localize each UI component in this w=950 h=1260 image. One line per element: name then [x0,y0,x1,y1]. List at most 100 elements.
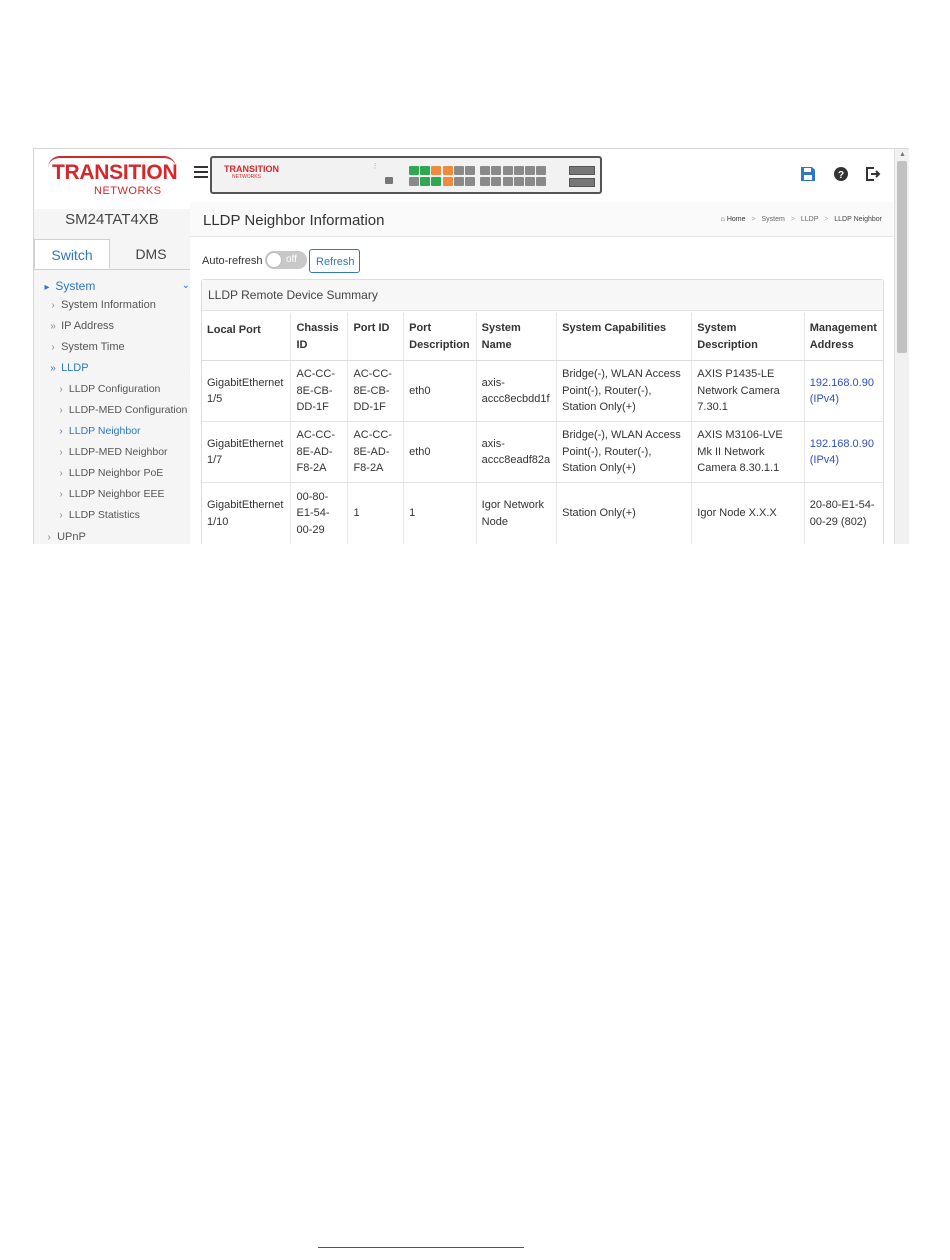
sidebar-item-label: System Time [61,341,125,353]
scroll-up-arrow-icon[interactable]: ▲ [899,151,906,158]
port-20[interactable] [513,177,524,186]
cell-management-address: 192.168.0.90 (IPv4) [804,421,883,483]
toggle-state: off [286,254,297,265]
port-16[interactable] [491,177,502,186]
port-22[interactable] [525,177,535,186]
cell-system-capabilities: Bridge(-), WLAN Access Point(-), Router(… [556,421,693,483]
cell-system-description: AXIS M3106-LVE Mk II Network Camera 8.30… [691,421,805,483]
auto-refresh-label: Auto-refresh [202,255,263,267]
device-front-panel[interactable]: TRANSITION NETWORKS ⋮ [210,156,602,194]
port-8[interactable] [442,177,453,186]
sidebar-item-lldp-med-neighbor[interactable]: › LLDP-MED Neighbor [34,442,212,462]
menu-icon[interactable] [194,166,208,178]
chevron-right-icon: › [59,405,63,416]
table-row: GigabitEthernet 1/5 AC-CC-8E-CB-DD-1F AC… [202,360,883,422]
port-4[interactable] [420,177,431,186]
footer-link-underline[interactable] [318,1247,524,1248]
port-15[interactable] [491,166,502,175]
port-2[interactable] [409,177,419,186]
save-icon[interactable] [800,166,816,182]
logo-text: TRANSITION [52,161,178,184]
logo-subtext: NETWORKS [94,185,162,197]
port-14[interactable] [480,177,491,186]
management-address-link[interactable]: 192.168.0.90 (IPv4) [810,377,874,406]
brand-logo[interactable]: TRANSITION NETWORKS [34,149,190,209]
sidebar-item-label: LLDP [61,362,89,374]
sidebar-item-lldp-statistics[interactable]: › LLDP Statistics [34,505,212,525]
port-7[interactable] [442,166,453,175]
neighbor-table: Local Port Chassis ID Port ID Port Descr… [202,313,883,544]
sidebar-item-label: IP Address [61,320,115,332]
sidebar-item-lldp-neighbor-poe[interactable]: › LLDP Neighbor PoE [34,463,212,483]
sidebar-item-label: LLDP Neighbor EEE [68,488,165,500]
port-5[interactable] [431,166,442,175]
breadcrumb-system[interactable]: System [762,216,785,223]
help-icon[interactable]: ? [833,166,849,182]
sidebar-item-label: System [55,279,96,293]
port-11[interactable] [465,166,475,175]
sidebar-item-label: System Information [61,299,156,311]
cell-local-port: GigabitEthernet 1/7 [202,421,292,483]
tab-dms[interactable]: DMS [112,239,190,269]
sidebar-item-label: LLDP-MED Neighbor [68,446,168,458]
port-9[interactable] [453,166,464,175]
panel-title-text: LLDP Remote Device Summary [208,288,378,302]
port-6[interactable] [431,177,442,186]
port-3[interactable] [420,166,431,175]
chevron-right-icon: › [59,384,63,395]
sidebar-item-upnp[interactable]: › UPnP [34,527,200,544]
sidebar-item-lldp[interactable]: » LLDP ⌄ [34,358,204,378]
cell-port-description: 1 [403,482,477,544]
column-header: Port ID [347,313,405,361]
breadcrumb-current: LLDP Neighbor [834,216,882,223]
logout-icon[interactable] [865,166,881,182]
port-18[interactable] [502,177,513,186]
port-12[interactable] [465,177,475,186]
breadcrumb-lldp[interactable]: LLDP [801,216,818,223]
port-19[interactable] [513,166,524,175]
sidebar-item-lldp-neighbor-eee[interactable]: › LLDP Neighbor EEE [34,484,212,504]
sidebar-item-system[interactable]: ▸ System ⌄ [34,276,198,296]
cell-chassis-id: 00-80-E1-54-00-29 [290,482,349,544]
toggle-knob [266,252,282,268]
cell-system-name: Igor Network Node [476,482,558,544]
sfp-port[interactable] [569,166,595,175]
cell-system-name: axis-accc8ecbdd1f [476,360,558,422]
sidebar-item-lldp-neighbor[interactable]: › LLDP Neighbor [34,421,212,441]
cell-port-id: AC-CC-8E-AD-F8-2A [347,421,405,483]
cell-port-id: AC-CC-8E-CB-DD-1F [347,360,405,422]
console-port[interactable] [385,177,393,184]
scrollbar-thumb[interactable] [897,161,907,353]
tab-switch[interactable]: Switch [34,239,110,269]
sfp-port[interactable] [569,178,595,187]
refresh-button[interactable]: Refresh [309,249,360,273]
scrollbar[interactable]: ▲ [894,149,909,544]
chevron-right-icon: › [59,447,63,458]
port-24[interactable] [536,177,547,186]
sidebar-item-ip-address[interactable]: » IP Address ‹ [34,316,204,336]
sidebar-item-lldp-med-configuration[interactable]: › LLDP-MED Configuration [34,400,212,420]
breadcrumb-home[interactable]: Home [727,216,746,223]
sidebar-item-label: LLDP Neighbor PoE [68,467,164,479]
chevron-right-icon: › [47,532,51,543]
port-10[interactable] [453,177,464,186]
cell-port-id: 1 [347,482,405,544]
port-1[interactable] [409,166,419,175]
management-address-link[interactable]: 192.168.0.90 (IPv4) [810,438,874,467]
page-title: LLDP Neighbor Information [203,212,385,229]
port-21[interactable] [525,166,535,175]
port-23[interactable] [536,166,547,175]
cell-local-port: GigabitEthernet 1/5 [202,360,292,422]
sidebar-item-label: LLDP Configuration [68,383,161,395]
led-indicator-icon: ⋮ [371,163,379,170]
port-13[interactable] [480,166,491,175]
screenshot-frame: TRANSITION NETWORKS SM24TAT4XB Switch DM… [33,148,909,544]
auto-refresh-toggle[interactable]: off [265,251,307,269]
column-header: Local Port [202,313,292,361]
sidebar-item-lldp-configuration[interactable]: › LLDP Configuration [34,379,212,399]
port-17[interactable] [502,166,513,175]
chevron-right-icon: › [59,468,63,479]
sidebar-item-system-time[interactable]: › System Time [34,337,204,357]
sidebar-item-system-information[interactable]: › System Information [34,295,204,315]
svg-text:?: ? [838,170,844,181]
